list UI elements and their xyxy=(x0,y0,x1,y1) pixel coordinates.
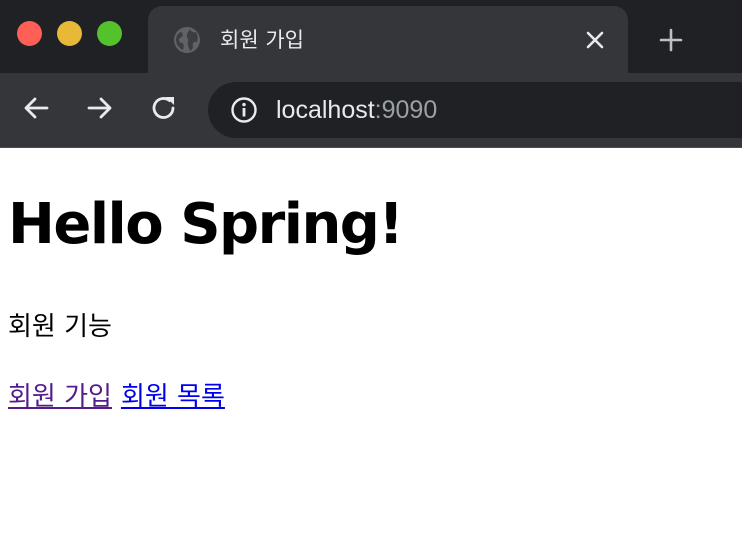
globe-icon xyxy=(174,27,200,53)
url-port: :9090 xyxy=(374,96,438,124)
url-host: localhost xyxy=(276,96,375,124)
close-icon[interactable] xyxy=(583,28,607,52)
member-list-link[interactable]: 회원 목록 xyxy=(121,382,225,412)
reload-icon[interactable] xyxy=(148,92,180,124)
browser-toolbar: localhost:9090 xyxy=(0,73,742,148)
page-content: Hello Spring! 회원 기능 회원 가입 회원 목록 xyxy=(0,149,742,534)
back-arrow-icon[interactable] xyxy=(20,92,52,124)
browser-tab-strip: 회원 가입 xyxy=(0,0,742,73)
page-title: Hello Spring! xyxy=(8,192,404,257)
window-close-button[interactable] xyxy=(17,21,42,46)
window-zoom-button[interactable] xyxy=(97,21,122,46)
address-bar[interactable]: localhost:9090 xyxy=(208,82,742,138)
info-icon[interactable] xyxy=(230,96,258,124)
forward-arrow-icon[interactable] xyxy=(84,92,116,124)
browser-tab-active[interactable]: 회원 가입 xyxy=(148,6,628,73)
url-text[interactable]: localhost:9090 xyxy=(276,94,437,126)
member-join-link[interactable]: 회원 가입 xyxy=(8,382,112,412)
member-links: 회원 가입 회원 목록 xyxy=(8,377,225,417)
window-minimize-button[interactable] xyxy=(57,21,82,46)
section-label: 회원 기능 xyxy=(8,312,112,342)
new-tab-plus-icon[interactable] xyxy=(658,27,684,53)
tab-title: 회원 가입 xyxy=(220,28,304,52)
